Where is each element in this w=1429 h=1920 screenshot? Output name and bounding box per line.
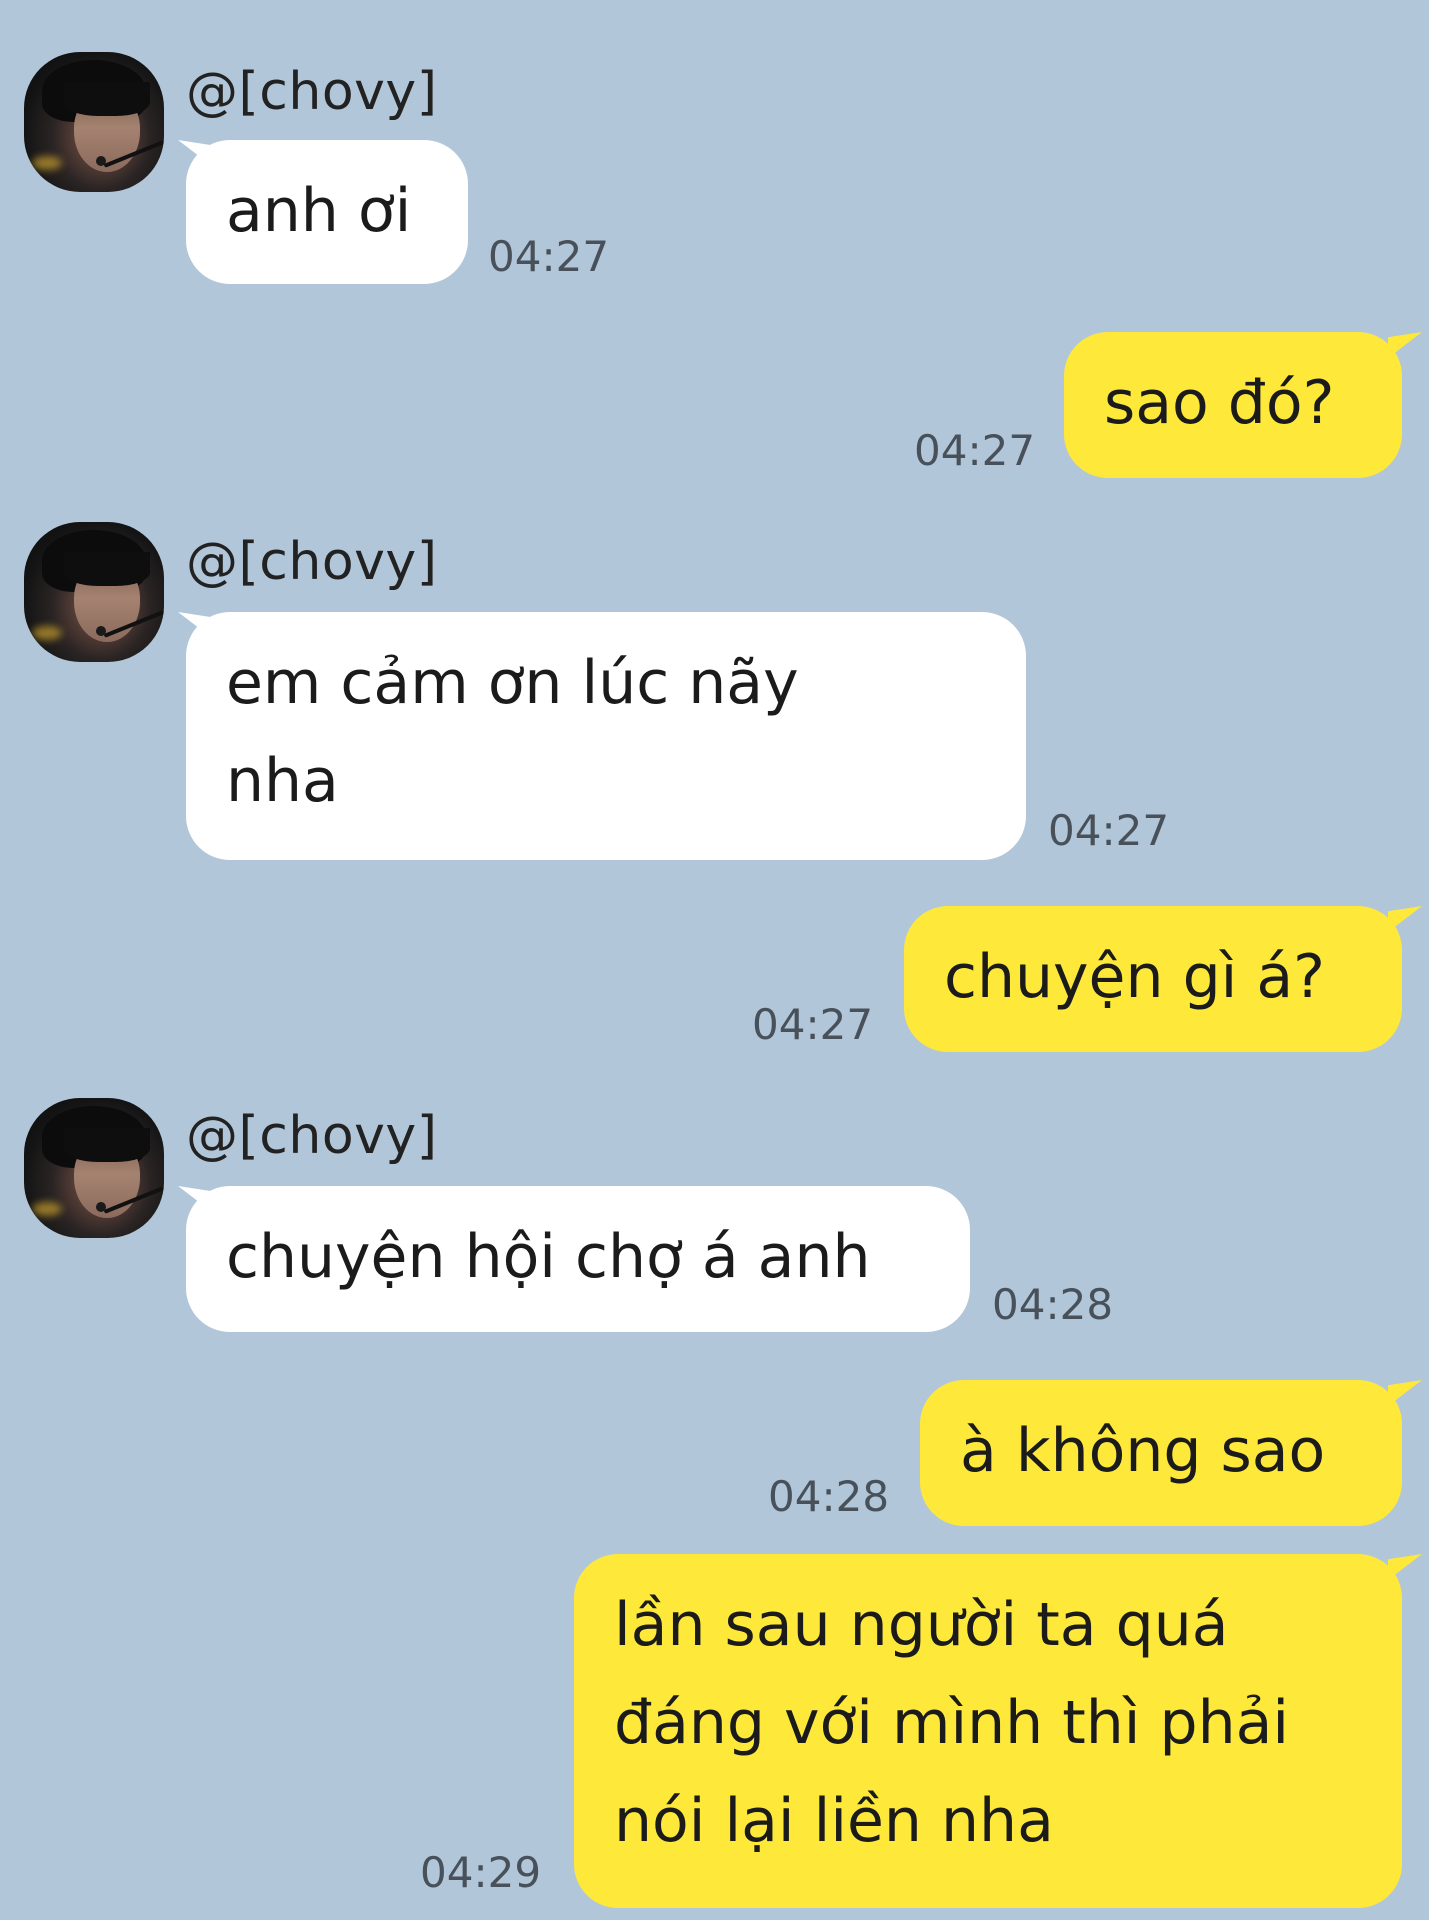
message-timestamp: 04:29 — [420, 1848, 542, 1897]
contact-name: @[chovy] — [186, 62, 438, 122]
message-text: à không sao — [960, 1416, 1326, 1486]
message-timestamp: 04:27 — [914, 426, 1036, 475]
bubble-tail — [1388, 1554, 1422, 1580]
message-text: chuyện hội chợ á anh — [226, 1222, 871, 1292]
contact-avatar[interactable] — [24, 52, 164, 192]
contact-name: @[chovy] — [186, 1106, 438, 1166]
message-line: nói lại liền nha — [614, 1786, 1054, 1856]
contact-avatar[interactable] — [24, 1098, 164, 1238]
message-timestamp: 04:27 — [488, 232, 610, 281]
message-bubble-outgoing[interactable]: lần sau người ta quá đáng với mình thì p… — [574, 1554, 1402, 1908]
message-bubble-incoming[interactable]: chuyện hội chợ á anh — [186, 1186, 970, 1332]
message-text: sao đó? — [1104, 368, 1335, 438]
message-timestamp: 04:28 — [992, 1280, 1114, 1329]
message-bubble-outgoing[interactable]: sao đó? — [1064, 332, 1402, 478]
message-line: em cảm ơn lúc nãy — [226, 648, 799, 718]
message-bubble-outgoing[interactable]: à không sao — [920, 1380, 1402, 1526]
message-bubble-incoming[interactable]: anh ơi — [186, 140, 468, 284]
bubble-tail — [1388, 906, 1422, 932]
message-timestamp: 04:28 — [768, 1472, 890, 1521]
message-line: đáng với mình thì phải — [614, 1688, 1290, 1758]
bubble-tail — [1388, 332, 1422, 358]
message-timestamp: 04:27 — [752, 1000, 874, 1049]
bubble-tail — [1388, 1380, 1422, 1406]
contact-avatar[interactable] — [24, 522, 164, 662]
message-line: lần sau người ta quá — [614, 1590, 1229, 1660]
message-bubble-incoming[interactable]: em cảm ơn lúc nãy nha — [186, 612, 1026, 860]
message-timestamp: 04:27 — [1048, 806, 1170, 855]
chat-window[interactable]: @[chovy] anh ơi 04:27 04:27 sao đó? @[ch… — [0, 0, 1429, 1920]
contact-name: @[chovy] — [186, 532, 438, 592]
message-text: chuyện gì á? — [944, 942, 1326, 1012]
message-bubble-outgoing[interactable]: chuyện gì á? — [904, 906, 1402, 1052]
message-text: anh ơi — [226, 176, 412, 246]
message-line: nha — [226, 746, 339, 816]
